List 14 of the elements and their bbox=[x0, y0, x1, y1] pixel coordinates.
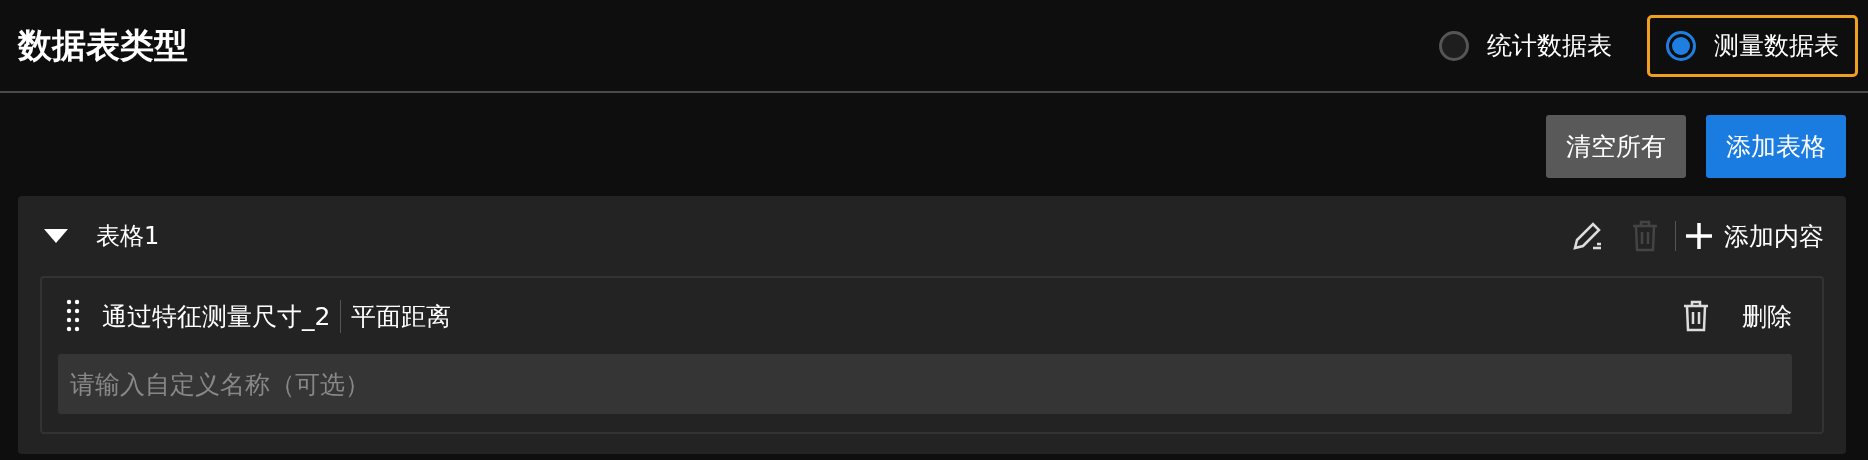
measurement-type: 平面距离 bbox=[350, 300, 453, 333]
section-title: 数据表类型 bbox=[18, 23, 188, 67]
caret-icon[interactable] bbox=[44, 229, 68, 243]
custom-name-field[interactable]: 请输入自定义名称（可选） bbox=[58, 354, 1792, 414]
clear-all-button[interactable]: 清空所有 bbox=[1546, 115, 1686, 178]
add-content-button[interactable]: 添加内容 bbox=[1686, 219, 1824, 253]
delete-button[interactable]: 删除 bbox=[1680, 296, 1792, 336]
add-table-button[interactable]: 添加表格 bbox=[1706, 115, 1846, 178]
drag-handle-icon[interactable] bbox=[66, 299, 80, 333]
table-name: 表格1 bbox=[96, 221, 161, 252]
feature-name: 通过特征测量尺寸_2 bbox=[102, 299, 342, 333]
radio-option[interactable]: 统计数据表 bbox=[1420, 14, 1631, 77]
radio-option[interactable]: 测量数据表 bbox=[1647, 14, 1858, 77]
plus-icon bbox=[1686, 223, 1712, 249]
